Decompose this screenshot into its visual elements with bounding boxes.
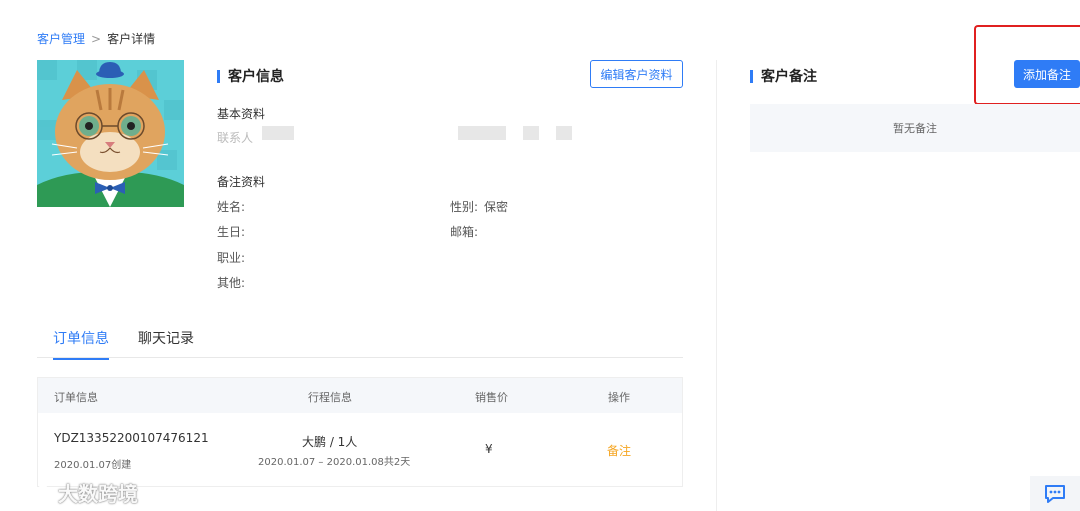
gender-label: 性别:: [450, 200, 479, 214]
edit-customer-button[interactable]: 编辑客户资料: [590, 60, 683, 88]
cat-avatar-image: [37, 60, 184, 207]
order-id: YDZ13352200107476121: [54, 431, 209, 445]
breadcrumb-link-customer-management[interactable]: 客户管理: [37, 30, 85, 47]
customer-remarks-title-text: 客户备注: [761, 69, 817, 85]
remarks-empty-text: 暂无备注: [893, 122, 937, 135]
section-accent-bar: [750, 69, 753, 83]
birthday-label: 生日:: [217, 225, 246, 239]
basic-info-heading: 基本资料: [217, 107, 266, 121]
redacted-contact-field-2: [556, 126, 572, 140]
header-trip-info: 行程信息: [308, 391, 352, 404]
breadcrumb: 客户管理 > 客户详情: [37, 30, 155, 47]
add-remark-button[interactable]: 添加备注: [1014, 60, 1080, 88]
contact-label: 联系人: [217, 131, 254, 145]
watermark: 大数跨境: [8, 478, 138, 507]
breadcrumb-current: 客户详情: [107, 32, 156, 46]
order-table-header: 订单信息 行程信息 销售价 操作: [38, 378, 682, 413]
chat-bubble-icon: [1045, 484, 1065, 503]
section-accent-bar: [217, 69, 220, 83]
order-price: ¥: [485, 442, 493, 456]
order-created-date: 2020.01.07创建: [54, 460, 132, 471]
tab-order-info[interactable]: 订单信息: [53, 328, 109, 360]
job-label: 职业:: [217, 251, 246, 265]
column-divider: [716, 60, 717, 511]
order-table: 订单信息 行程信息 销售价 操作 YDZ13352200107476121 20…: [37, 377, 683, 487]
header-actions: 操作: [608, 391, 630, 404]
tab-chat-history[interactable]: 聊天记录: [138, 328, 194, 348]
email-label: 邮箱:: [450, 225, 479, 239]
redacted-contact-field: [523, 126, 539, 140]
gender-value: 保密: [484, 200, 509, 214]
trip-name: 大鹏 / 1人: [302, 435, 358, 449]
other-label: 其他:: [217, 276, 246, 290]
detail-tabs: 订单信息 聊天记录: [37, 318, 683, 360]
breadcrumb-separator: >: [91, 31, 102, 46]
header-order-info: 订单信息: [54, 391, 98, 404]
trip-dates: 2020.01.07 – 2020.01.08共2天: [258, 457, 411, 468]
notes-info-heading: 备注资料: [217, 175, 266, 189]
remarks-empty-state: 暂无备注: [750, 104, 1080, 152]
avatar: [37, 60, 184, 207]
name-label: 姓名:: [217, 200, 246, 214]
watermark-text: 大数跨境: [58, 482, 138, 506]
chat-support-button[interactable]: [1030, 476, 1080, 511]
redacted-contact-name: [262, 126, 294, 140]
order-remark-action[interactable]: 备注: [607, 442, 631, 459]
redacted-contact-phone: [458, 126, 506, 140]
customer-remarks-title: 客户备注: [750, 66, 817, 86]
watermark-logo-icon: [8, 483, 49, 502]
customer-info-title-text: 客户信息: [228, 69, 284, 85]
header-sale-price: 销售价: [475, 391, 508, 404]
customer-info-title: 客户信息: [217, 66, 284, 86]
